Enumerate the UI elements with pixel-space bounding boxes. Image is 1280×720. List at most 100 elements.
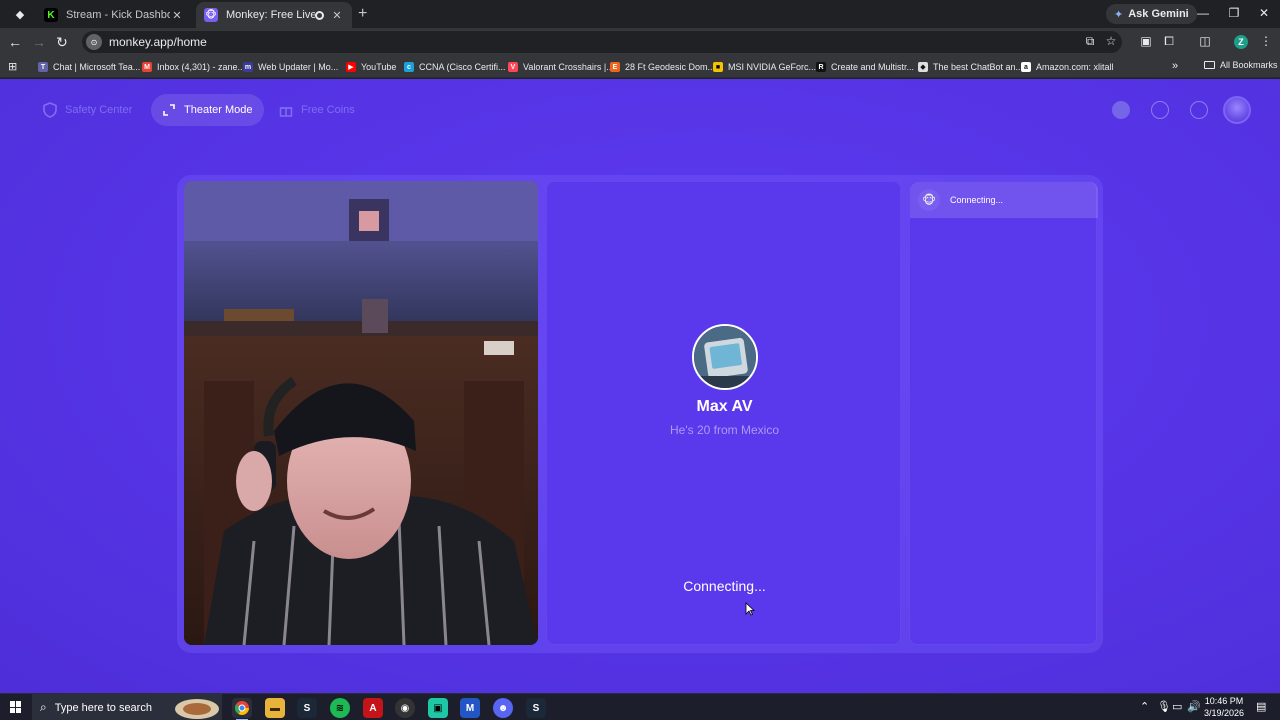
free-coins-button[interactable]: Free Coins xyxy=(268,94,367,126)
theater-mode-button[interactable]: Theater Mode xyxy=(151,94,265,126)
safety-center-button[interactable]: Safety Center xyxy=(32,94,144,126)
ask-gemini-button[interactable]: ✦ Ask Gemini xyxy=(1106,4,1197,24)
search-icon: ⌕ xyxy=(40,700,47,714)
free-coins-label: Free Coins xyxy=(301,104,355,116)
discord-icon[interactable]: ☻ xyxy=(493,698,513,718)
spotify-icon[interactable]: ≋ xyxy=(330,698,350,718)
bookmarks-bar: ⊞ T Chat | Microsoft Tea... M Inbox (4,3… xyxy=(0,56,1280,78)
url-text[interactable]: monkey.app/home xyxy=(109,35,207,49)
close-tab-icon[interactable]: ✕ xyxy=(170,9,184,22)
tab-title: Stream - Kick Dashboard xyxy=(66,9,170,21)
bookmark-teams[interactable]: T Chat | Microsoft Tea... xyxy=(38,60,140,74)
bookmark-ccna[interactable]: c CCNA (Cisco Certifi... xyxy=(404,60,506,74)
connection-status: Connecting... xyxy=(683,578,766,594)
forward-icon[interactable]: → xyxy=(30,34,48,50)
chrome-menu-icon[interactable]: ⋮ xyxy=(1258,34,1274,48)
close-window-icon[interactable]: ✕ xyxy=(1254,6,1274,20)
browser-toolbar: ← → ↻ ⊙ monkey.app/home ⧉ ☆ ▣ ⧠ ◫ Z ⋮ xyxy=(0,28,1280,56)
streaming-app-icon[interactable]: ▣ xyxy=(428,698,448,718)
bookmark-geodesic[interactable]: E 28 Ft Geodesic Dom... xyxy=(610,60,715,74)
tab-strip: ◆ K Stream - Kick Dashboard ✕ 🐵 Monkey: … xyxy=(0,0,1280,28)
bookmark-msi[interactable]: ■ MSI NVIDIA GeForc... xyxy=(713,60,816,74)
shield-icon xyxy=(42,102,58,118)
apps-grid-icon[interactable]: ⊞ xyxy=(8,60,17,73)
volume-icon[interactable]: 🔊 xyxy=(1187,700,1201,713)
restore-icon[interactable]: ❐ xyxy=(1224,6,1244,20)
bookmarks-overflow-icon[interactable]: » xyxy=(1172,60,1178,72)
bookmark-youtube[interactable]: ▶ YouTube xyxy=(346,60,396,74)
folder-icon xyxy=(1204,61,1215,69)
steam-icon-2[interactable]: S xyxy=(526,698,546,718)
minimize-icon[interactable]: — xyxy=(1193,6,1213,20)
bookmark-label: CCNA (Cisco Certifi... xyxy=(419,62,506,72)
messages-icon[interactable] xyxy=(1190,101,1208,119)
bookmark-label: Web Updater | Mo... xyxy=(258,62,339,72)
bookmark-multistream[interactable]: R Create and Multistr... xyxy=(816,60,914,74)
network-icon[interactable]: ▭ xyxy=(1172,700,1182,713)
monkey-page: Safety Center Theater Mode Free Coins Ma… xyxy=(0,79,1280,693)
steam-icon[interactable]: S xyxy=(297,698,317,718)
valorant-icon: V xyxy=(508,62,518,72)
system-clock[interactable]: 10:46 PM 3/19/2026 xyxy=(1202,695,1246,719)
search-highlight-image xyxy=(175,699,219,719)
bookmark-chatbot[interactable]: ◆ The best ChatBot an... xyxy=(918,60,1023,74)
back-icon[interactable]: ← xyxy=(6,34,24,50)
webcam-image xyxy=(184,181,538,645)
bookmark-label: Valorant Crosshairs |... xyxy=(523,62,614,72)
pdf-reader-icon[interactable]: A xyxy=(363,698,383,718)
media-app-icon[interactable]: M xyxy=(460,698,480,718)
bookmark-web-updater[interactable]: m Web Updater | Mo... xyxy=(243,60,338,74)
bookmark-star-icon[interactable]: ☆ xyxy=(1103,34,1119,48)
theater-mode-label: Theater Mode xyxy=(184,104,253,116)
windows-taskbar: ⌕ Type here to search ▬ S ≋ A ◉ ▣ M ☻ S … xyxy=(0,693,1280,720)
profile-avatar[interactable]: Z xyxy=(1234,35,1248,49)
bookmark-amazon[interactable]: a Amazon.com: xlitall xyxy=(1021,60,1114,74)
notifications-icon[interactable]: ▤ xyxy=(1256,700,1266,713)
amazon-icon: a xyxy=(1021,62,1031,72)
bookmark-valorant[interactable]: V Valorant Crosshairs |... xyxy=(508,60,614,74)
tray-overflow-icon[interactable]: ⌃ xyxy=(1140,700,1149,713)
tab-monkey[interactable]: 🐵 Monkey: Free Live Video Ch ✕ xyxy=(196,2,352,28)
youtube-icon: ▶ xyxy=(346,62,356,72)
kick-icon: K xyxy=(44,8,58,22)
new-tab-button[interactable]: + xyxy=(358,5,367,23)
chat-panel: 🐵 Connecting... xyxy=(909,181,1098,645)
side-panel-icon[interactable]: ◫ xyxy=(1197,34,1213,48)
cisco-icon: c xyxy=(404,62,414,72)
coin-balance-icon[interactable] xyxy=(1112,101,1130,119)
remote-user-avatar[interactable] xyxy=(692,324,758,390)
clock-date: 3/19/2026 xyxy=(1203,708,1245,718)
tab-search-icon[interactable]: ◆ xyxy=(10,6,30,22)
ask-gemini-label: Ask Gemini xyxy=(1128,8,1189,20)
close-tab-icon[interactable]: ✕ xyxy=(330,9,344,22)
m-icon: m xyxy=(243,62,253,72)
reload-icon[interactable]: ↻ xyxy=(53,34,71,50)
microphone-icon[interactable]: 🎙 xyxy=(1157,700,1171,713)
safety-center-label: Safety Center xyxy=(65,104,133,116)
bookmark-label: MSI NVIDIA GeForc... xyxy=(728,62,817,72)
bookmark-label: Amazon.com: xlitall xyxy=(1036,62,1114,72)
user-avatar[interactable] xyxy=(1223,96,1251,124)
e-icon: E xyxy=(610,62,620,72)
file-explorer-icon[interactable]: ▬ xyxy=(265,698,285,718)
obs-icon[interactable]: ◉ xyxy=(395,698,415,718)
all-bookmarks-button[interactable]: All Bookmarks xyxy=(1204,60,1278,70)
install-app-icon[interactable]: ⧉ xyxy=(1082,34,1098,49)
self-video-feed xyxy=(184,181,538,645)
address-bar[interactable]: ⊙ monkey.app/home ⧉ ☆ xyxy=(82,31,1122,53)
tab-title: Monkey: Free Live Video Ch xyxy=(226,9,315,21)
r-icon: R xyxy=(816,62,826,72)
msi-icon: ■ xyxy=(713,62,723,72)
translate-icon[interactable]: ▣ xyxy=(1138,34,1154,48)
taskbar-search-placeholder: Type here to search xyxy=(54,701,152,714)
history-icon[interactable] xyxy=(1151,101,1169,119)
site-info-icon[interactable]: ⊙ xyxy=(86,34,102,50)
remote-video-panel: Max AV He's 20 from Mexico Connecting... xyxy=(546,181,901,645)
extensions-icon[interactable]: ⧠ xyxy=(1161,34,1177,49)
chrome-taskbar-icon[interactable] xyxy=(232,698,252,720)
mouse-cursor-icon xyxy=(745,602,755,616)
windows-start-icon[interactable] xyxy=(10,701,22,713)
bookmark-label: Create and Multistr... xyxy=(831,62,915,72)
tab-kick-dashboard[interactable]: K Stream - Kick Dashboard ✕ xyxy=(36,2,192,28)
bookmark-gmail[interactable]: M Inbox (4,301) - zane... xyxy=(142,60,245,74)
